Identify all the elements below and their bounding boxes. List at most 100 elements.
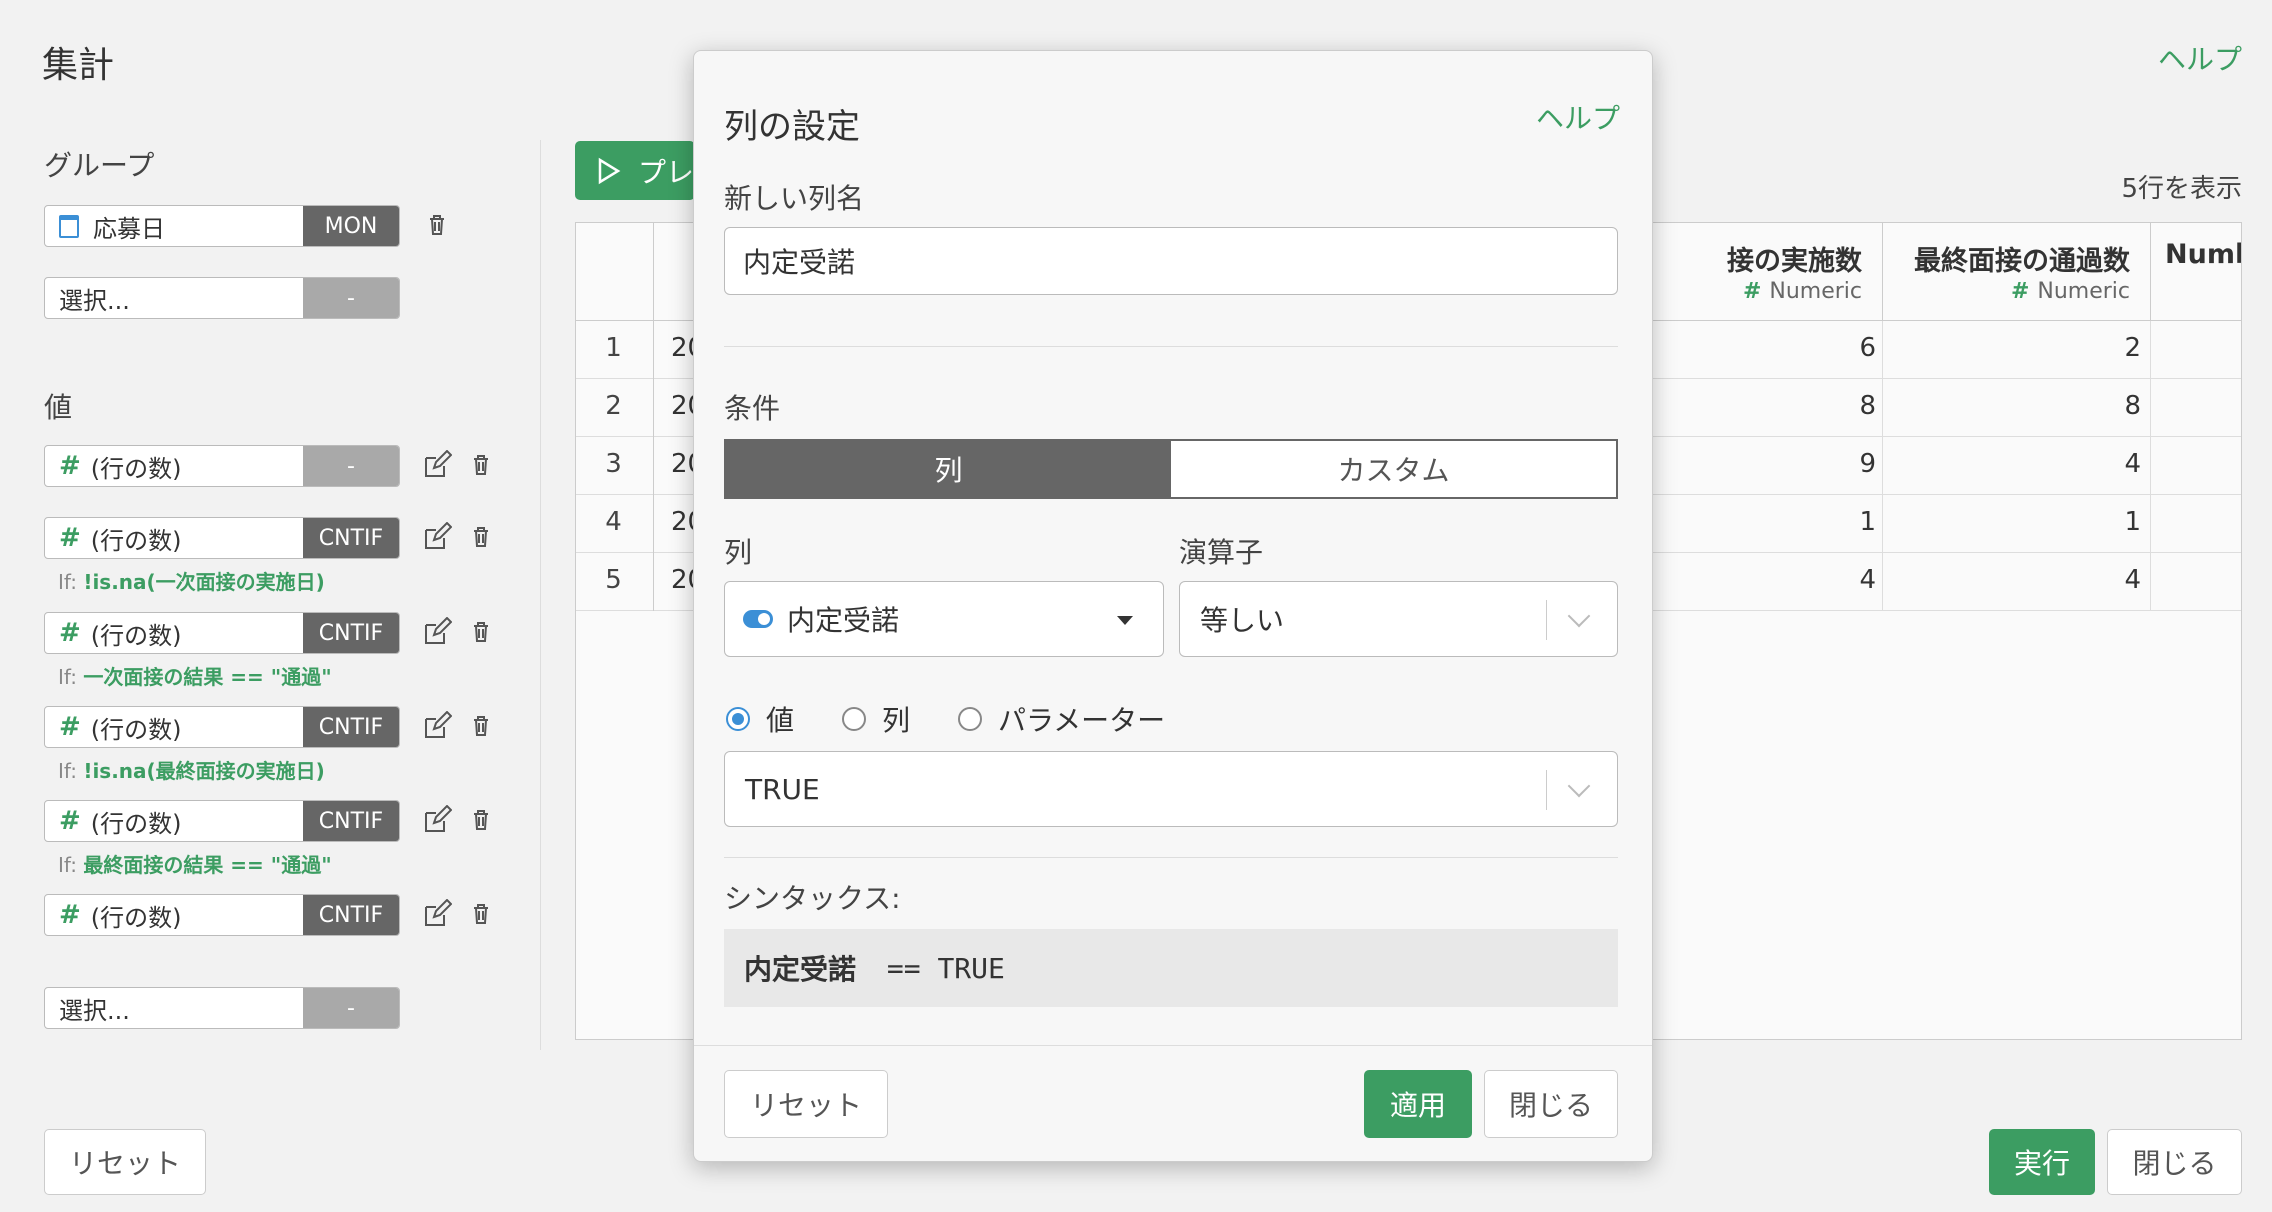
value-agg-tag[interactable]: CNTIF [303, 518, 399, 558]
divider [724, 857, 1618, 858]
calendar-icon [59, 214, 79, 238]
preview-button-label: プレ [638, 155, 695, 189]
play-icon [598, 157, 621, 184]
value-agg-tag[interactable]: CNTIF [303, 707, 399, 747]
value-field-name: (行の数) [90, 621, 182, 650]
table-header-cell[interactable]: 最終面接の通過数 # Numeric [1883, 223, 2151, 321]
operator-select[interactable]: 等しい [1179, 581, 1618, 657]
trash-icon[interactable] [466, 522, 496, 552]
group-agg-tag[interactable]: MON [303, 206, 399, 246]
page-close-button[interactable]: 閉じる [2107, 1129, 2242, 1195]
value-field-name: (行の数) [90, 809, 182, 838]
table-header-cell[interactable]: 接の実施数 # Numeric [1654, 223, 1883, 321]
radio-value[interactable]: 値 [726, 699, 794, 739]
apply-button[interactable]: 適用 [1364, 1070, 1472, 1138]
syntax-expression: == TRUE [870, 951, 1005, 985]
value-field-3[interactable]: # (行の数) CNTIF [44, 612, 400, 654]
caret-down-icon [1117, 616, 1133, 625]
page-reset-button[interactable]: リセット [44, 1129, 206, 1195]
value-select-placeholder: 選択... [59, 996, 130, 1025]
table-cell: 1 [1859, 507, 1876, 537]
edit-icon[interactable] [422, 711, 452, 741]
numeric-icon: # [59, 618, 81, 648]
edit-icon[interactable] [422, 805, 452, 835]
trash-icon[interactable] [422, 210, 452, 240]
group-select-tag[interactable]: - [303, 278, 399, 318]
dialog-footer-divider [694, 1045, 1652, 1046]
table-cell: 4 [2124, 565, 2141, 595]
value-field-2[interactable]: # (行の数) CNTIF [44, 517, 400, 559]
column-divider [1882, 321, 1883, 611]
table-cell: 8 [2124, 391, 2141, 421]
new-column-name-input[interactable]: 内定受諾 [724, 227, 1618, 295]
tab-custom[interactable]: カスタム [1171, 441, 1616, 497]
syntax-label: シンタックス: [724, 882, 901, 915]
value-select[interactable]: 選択... - [44, 987, 400, 1029]
column-settings-dialog: 列の設定 ヘルプ 新しい列名 内定受諾 条件 列 カスタム 列 演算子 内定受諾… [693, 50, 1653, 1162]
column-divider [2150, 321, 2151, 611]
table-cell: 2 [2124, 333, 2141, 363]
numeric-icon: # [59, 806, 81, 836]
radio-circle [726, 707, 750, 731]
value-select[interactable]: TRUE [724, 751, 1618, 827]
value-agg-tag[interactable]: - [303, 446, 399, 486]
value-field-6[interactable]: # (行の数) CNTIF [44, 894, 400, 936]
numeric-icon: # [1742, 279, 1762, 304]
edit-icon[interactable] [422, 617, 452, 647]
row-number: 4 [605, 507, 622, 537]
dialog-close-button[interactable]: 閉じる [1484, 1070, 1618, 1138]
select-separator [1546, 770, 1547, 810]
column-label: 列 [724, 536, 753, 569]
numeric-icon: # [59, 900, 81, 930]
radio-column[interactable]: 列 [842, 699, 910, 739]
trash-icon[interactable] [466, 450, 496, 480]
column-header-name: 接の実施数 [1727, 246, 1862, 277]
row-number: 3 [605, 449, 622, 479]
column-type: # Numeric [2010, 279, 2130, 304]
column-header-name: 最終面接の通過数 [1914, 246, 2130, 277]
table-cell: 9 [1859, 449, 1876, 479]
trash-icon[interactable] [466, 899, 496, 929]
value-field-4[interactable]: # (行の数) CNTIF [44, 706, 400, 748]
numeric-icon: # [2010, 279, 2030, 304]
value-field-5[interactable]: # (行の数) CNTIF [44, 800, 400, 842]
divider [724, 346, 1618, 347]
value-agg-tag[interactable]: CNTIF [303, 801, 399, 841]
condition-mode-toggle: 列 カスタム [724, 439, 1618, 499]
trash-icon[interactable] [466, 711, 496, 741]
group-field-2[interactable]: 選択... - [44, 277, 400, 319]
edit-icon[interactable] [422, 450, 452, 480]
dialog-reset-button[interactable]: リセット [724, 1070, 888, 1138]
table-cell: 4 [1859, 565, 1876, 595]
trash-icon[interactable] [466, 805, 496, 835]
edit-icon[interactable] [422, 522, 452, 552]
group-field-1[interactable]: 応募日 MON [44, 205, 400, 247]
value-select-tag[interactable]: - [303, 988, 399, 1028]
select-separator [1546, 600, 1547, 640]
edit-icon[interactable] [422, 899, 452, 929]
table-header-cell[interactable]: Number_of_ [2151, 223, 2241, 321]
panel-divider [540, 140, 541, 1050]
row-number: 1 [605, 333, 622, 363]
value-select-value: TRUE [745, 772, 820, 806]
row-number-header [576, 223, 654, 321]
numeric-icon: # [59, 523, 81, 553]
tab-column[interactable]: 列 [726, 441, 1171, 497]
page-help-link[interactable]: ヘルプ [2158, 38, 2242, 78]
radio-label: パラメーター [998, 704, 1166, 737]
numeric-icon: # [59, 712, 81, 742]
page-title: 集計 [42, 45, 115, 86]
chevron-down-icon [1567, 604, 1591, 628]
syntax-preview: 内定受諾 == TRUE [724, 929, 1618, 1007]
trash-icon[interactable] [466, 617, 496, 647]
run-button[interactable]: 実行 [1989, 1129, 2095, 1195]
radio-parameter[interactable]: パラメーター [958, 699, 1165, 739]
dialog-help-link[interactable]: ヘルプ [1536, 97, 1620, 137]
value-field-1[interactable]: # (行の数) - [44, 445, 400, 487]
preview-button[interactable]: プレ [575, 141, 695, 200]
rows-shown: 5行を表示 [2121, 174, 2242, 204]
dialog-title: 列の設定 [724, 107, 860, 147]
value-agg-tag[interactable]: CNTIF [303, 613, 399, 653]
column-select[interactable]: 内定受諾 [724, 581, 1164, 657]
value-agg-tag[interactable]: CNTIF [303, 895, 399, 935]
